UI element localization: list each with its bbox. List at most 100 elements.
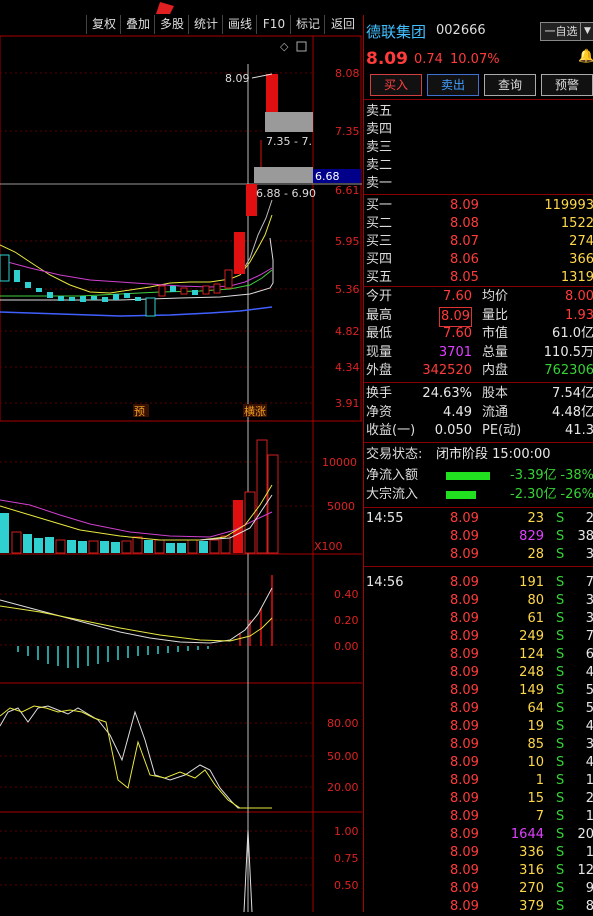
trade-status-row: 交易状态: 闭市阶段 15:00:00: [364, 446, 593, 464]
tag-yu: 预: [134, 405, 145, 418]
toolbar-button-biaoji[interactable]: 标记: [290, 15, 325, 34]
toolbar-button-diejia[interactable]: 叠加: [120, 15, 155, 34]
tick-side: S: [556, 611, 565, 626]
flow-pct: -26%: [560, 487, 593, 502]
tick-side: S: [556, 845, 565, 860]
divider: [364, 99, 593, 100]
bid-volume: 1319: [560, 270, 593, 285]
tick-volume: 270: [519, 881, 544, 896]
buy-button[interactable]: 买入: [370, 74, 422, 96]
tick-volume: 249: [519, 629, 544, 644]
ask-label: 卖五: [366, 104, 393, 119]
kdj-white: [0, 705, 272, 809]
diamond-icon[interactable]: ◇: [280, 40, 289, 53]
range-annotation-2: 6.88 - 6.90: [256, 187, 316, 200]
tick-row: 8.09 829 S 38: [364, 528, 593, 546]
bid-label: 买二: [366, 216, 393, 231]
sell-button[interactable]: 卖出: [427, 74, 479, 96]
tick-count: 3: [585, 611, 593, 626]
stats-label: 股本: [482, 386, 509, 401]
tick-count: 1: [585, 845, 593, 860]
tick-row: 8.09 64 S 5: [364, 700, 593, 718]
divider: [364, 507, 593, 508]
tick-row: 8.09 61 S 3: [364, 610, 593, 628]
tick-price: 8.09: [450, 529, 479, 544]
bid-price: 8.07: [450, 234, 479, 249]
ind-tick: 0.50: [334, 879, 359, 892]
ind-tick: 0.75: [334, 852, 359, 865]
toolbar-button-duogu[interactable]: 多股: [154, 15, 189, 34]
stats-value: 8.00: [565, 289, 593, 304]
stock-name: 德联集团: [366, 23, 427, 41]
tick-count: 5: [585, 683, 593, 698]
vol-tick: 10000: [322, 456, 357, 469]
stats-value: 8.09: [439, 306, 472, 327]
macd-gridlines: [0, 593, 313, 646]
toolbar-button-tongji[interactable]: 统计: [188, 15, 223, 34]
price-tick: 7.35: [335, 125, 360, 138]
tick-count: 1: [585, 809, 593, 824]
query-button[interactable]: 查询: [484, 74, 536, 96]
price-tick: 4.82: [335, 325, 360, 338]
tick-row: 8.09 85 S 3: [364, 736, 593, 754]
stats-value: 41.3: [565, 423, 593, 438]
gap-box-upper: [265, 112, 313, 132]
divider: [364, 566, 593, 567]
stats-value: 0.050: [434, 423, 472, 438]
flow-row: 净流入额 -3.39亿 -38%: [364, 467, 593, 485]
bell-icon[interactable]: 🔔: [578, 49, 593, 64]
stats-value: 7.60: [443, 326, 472, 341]
ind-gridlines: [0, 830, 313, 886]
kdj-tick: 80.00: [327, 717, 359, 730]
toolbar-button-huaxian[interactable]: 画线: [222, 15, 257, 34]
tick-row: 8.09 379 S 8: [364, 898, 593, 916]
tick-row: 14:55 8.09 23 S 2: [364, 510, 593, 528]
stats-label: 最低: [366, 326, 393, 341]
macd-histogram: [17, 646, 209, 668]
gap-box-lower: [254, 167, 313, 183]
stats-value: 4.48亿: [552, 404, 593, 420]
tick-price: 8.09: [450, 791, 479, 806]
price-tick: 4.34: [335, 361, 360, 374]
panel-toggle-icon[interactable]: [296, 41, 307, 52]
macd-dif: [0, 587, 273, 644]
tick-price: 8.09: [450, 683, 479, 698]
tick-time: 14:56: [366, 575, 404, 590]
watchlist-button[interactable]: 一自选: [540, 22, 582, 41]
tick-price: 8.09: [450, 665, 479, 680]
kline-chart[interactable]: 8.08 7.35 6.61 5.95 5.36 4.82 4.34 3.91 …: [0, 35, 362, 912]
ask-row: 卖四: [364, 121, 593, 139]
tick-price: 8.09: [450, 611, 479, 626]
stats-label: 净资: [366, 404, 393, 420]
ask-label: 卖一: [366, 176, 393, 191]
volume-bars: [0, 439, 279, 554]
bid-label: 买四: [366, 252, 393, 267]
stats-value: 110.5万: [543, 344, 593, 360]
tick-side: S: [556, 593, 565, 608]
tick-side: S: [556, 791, 565, 806]
flow-value: -2.30亿: [510, 487, 557, 502]
range-annotation-1: 7.35 - 7.: [266, 135, 312, 148]
kdj-yellow: [0, 705, 272, 809]
bid-price: 8.05: [450, 270, 479, 285]
toolbar-button-fanhui[interactable]: 返回: [324, 15, 361, 34]
tick-time: 14:55: [366, 511, 404, 526]
toolbar-button-f10[interactable]: F10: [256, 15, 291, 34]
tick-count: 3: [585, 737, 593, 752]
price-tick: 3.91: [335, 397, 360, 410]
alert-button[interactable]: 预警: [541, 74, 593, 96]
tick-row: 8.09 1 S 1: [364, 772, 593, 790]
tick-side: S: [556, 773, 565, 788]
price-change-pct: 10.07%: [450, 52, 500, 67]
tick-count: 8: [585, 899, 593, 914]
tick-volume: 80: [527, 593, 544, 608]
ask-label: 卖四: [366, 122, 393, 137]
chevron-down-icon[interactable]: ▼: [580, 22, 593, 41]
bid-price: 8.06: [450, 252, 479, 267]
tick-price: 8.09: [450, 719, 479, 734]
bid-row: 买二 8.08 1522: [364, 215, 593, 233]
toolbar: 复权 叠加 多股 统计 画线 F10 标记 返回: [0, 15, 362, 35]
bid-label: 买一: [366, 198, 393, 213]
stats-label: 最高: [366, 307, 393, 323]
toolbar-button-fuquan[interactable]: 复权: [86, 15, 121, 34]
